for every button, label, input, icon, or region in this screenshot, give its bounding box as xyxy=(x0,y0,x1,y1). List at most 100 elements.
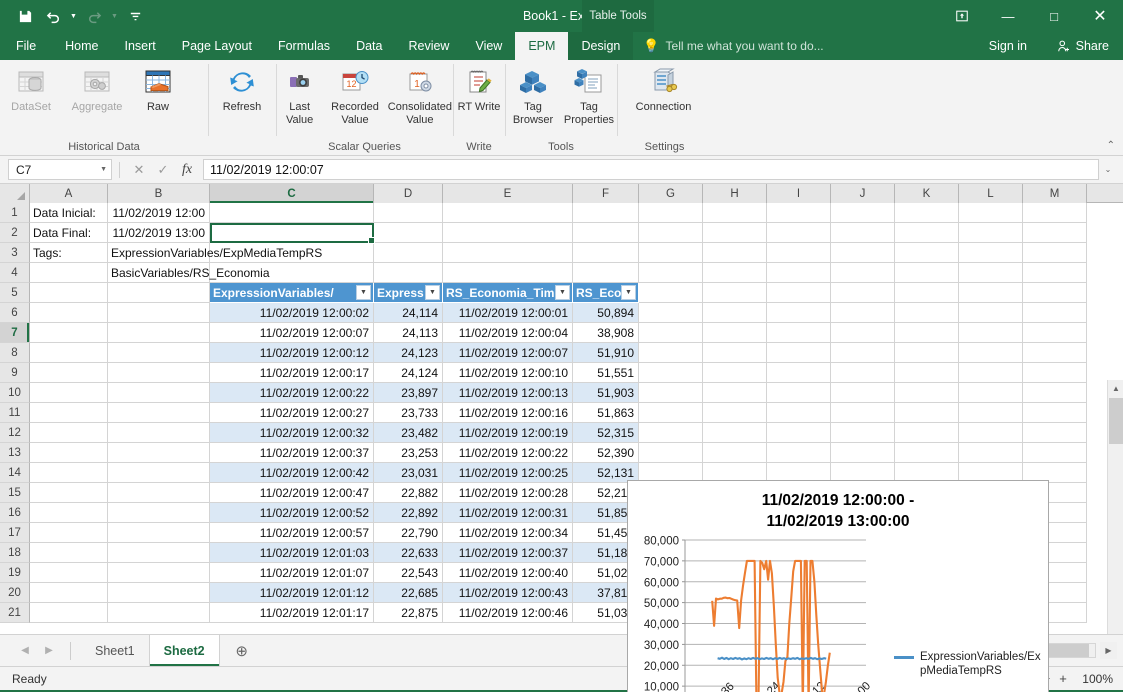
row-header-7[interactable]: 7 xyxy=(0,323,30,343)
cell-k13[interactable] xyxy=(895,443,959,463)
column-header-f[interactable]: F xyxy=(573,184,639,203)
cell-f1[interactable] xyxy=(573,203,639,223)
cell-k10[interactable] xyxy=(895,383,959,403)
cell-i13[interactable] xyxy=(767,443,831,463)
cell-j9[interactable] xyxy=(831,363,895,383)
cell-c1[interactable] xyxy=(210,203,374,223)
cell-e4[interactable] xyxy=(443,263,573,283)
cell-a7[interactable] xyxy=(30,323,108,343)
cell-c8[interactable]: 11/02/2019 12:00:12 xyxy=(210,343,374,363)
column-header-g[interactable]: G xyxy=(639,184,703,203)
cell-e19[interactable]: 11/02/2019 12:00:40 xyxy=(443,563,573,583)
cell-c13[interactable]: 11/02/2019 12:00:37 xyxy=(210,443,374,463)
undo-dropdown-icon[interactable]: ▼ xyxy=(68,13,79,20)
ribbon-tab-review[interactable]: Review xyxy=(395,32,462,60)
table-header-c5[interactable]: ExpressionVariables/ ▼ xyxy=(210,283,374,303)
cell-k7[interactable] xyxy=(895,323,959,343)
cell-k11[interactable] xyxy=(895,403,959,423)
cell-b2[interactable]: 11/02/2019 13:00 xyxy=(108,223,210,243)
cell-k3[interactable] xyxy=(895,243,959,263)
formula-input[interactable]: 11/02/2019 12:00:07 xyxy=(203,159,1099,180)
cell-j12[interactable] xyxy=(831,423,895,443)
cell-e8[interactable]: 11/02/2019 12:00:07 xyxy=(443,343,573,363)
share-button[interactable]: Share xyxy=(1051,32,1115,60)
cell-a19[interactable] xyxy=(30,563,108,583)
cell-m6[interactable] xyxy=(1023,303,1087,323)
cell-l7[interactable] xyxy=(959,323,1023,343)
cell-m1[interactable] xyxy=(1023,203,1087,223)
cell-h8[interactable] xyxy=(703,343,767,363)
minimize-button[interactable]: — xyxy=(985,0,1031,32)
cell-b7[interactable] xyxy=(108,323,210,343)
cell-i12[interactable] xyxy=(767,423,831,443)
cell-m7[interactable] xyxy=(1023,323,1087,343)
aggregate-button[interactable]: Aggregate xyxy=(62,64,132,134)
dataset-button[interactable]: DataSet xyxy=(0,64,62,134)
save-icon[interactable] xyxy=(12,3,38,29)
cell-d16[interactable]: 22,892 xyxy=(374,503,443,523)
sheet-nav-next-icon[interactable]: ▶ xyxy=(38,640,60,662)
filter-dropdown-icon-c[interactable]: ▼ xyxy=(356,285,371,300)
cell-d1[interactable] xyxy=(374,203,443,223)
cell-c4[interactable] xyxy=(210,263,374,283)
cell-c15[interactable]: 11/02/2019 12:00:47 xyxy=(210,483,374,503)
chart-object[interactable]: 11/02/2019 12:00:00 - 11/02/2019 13:00:0… xyxy=(627,480,1049,692)
cell-h6[interactable] xyxy=(703,303,767,323)
cell-h3[interactable] xyxy=(703,243,767,263)
cell-b9[interactable] xyxy=(108,363,210,383)
cell-a2[interactable]: Data Final: xyxy=(30,223,108,243)
ribbon-tab-epm[interactable]: EPM xyxy=(515,32,568,60)
cell-f4[interactable] xyxy=(573,263,639,283)
cell-d11[interactable]: 23,733 xyxy=(374,403,443,423)
cell-m2[interactable] xyxy=(1023,223,1087,243)
cell-m5[interactable] xyxy=(1023,283,1087,303)
cell-a15[interactable] xyxy=(30,483,108,503)
cell-h10[interactable] xyxy=(703,383,767,403)
cell-f12[interactable]: 52,315 xyxy=(573,423,639,443)
cell-k2[interactable] xyxy=(895,223,959,243)
column-header-m[interactable]: M xyxy=(1023,184,1087,203)
table-header-e5[interactable]: RS_Economia_Tim ▼ xyxy=(443,283,573,303)
cell-g11[interactable] xyxy=(639,403,703,423)
row-header-14[interactable]: 14 xyxy=(0,463,30,483)
cell-g1[interactable] xyxy=(639,203,703,223)
cell-d19[interactable]: 22,543 xyxy=(374,563,443,583)
cell-e18[interactable]: 11/02/2019 12:00:37 xyxy=(443,543,573,563)
cell-g10[interactable] xyxy=(639,383,703,403)
column-header-h[interactable]: H xyxy=(703,184,767,203)
ribbon-tab-data[interactable]: Data xyxy=(343,32,395,60)
cell-c3[interactable] xyxy=(210,243,374,263)
cell-f8[interactable]: 51,910 xyxy=(573,343,639,363)
cell-e2[interactable] xyxy=(443,223,573,243)
cell-d21[interactable]: 22,875 xyxy=(374,603,443,623)
maximize-button[interactable]: □ xyxy=(1031,0,1077,32)
cell-a20[interactable] xyxy=(30,583,108,603)
cell-d2[interactable] xyxy=(374,223,443,243)
row-header-19[interactable]: 19 xyxy=(0,563,30,583)
cell-l11[interactable] xyxy=(959,403,1023,423)
cell-b1[interactable]: 11/02/2019 12:00 xyxy=(108,203,210,223)
cell-a10[interactable] xyxy=(30,383,108,403)
cell-d20[interactable]: 22,685 xyxy=(374,583,443,603)
row-header-16[interactable]: 16 xyxy=(0,503,30,523)
enter-formula-icon[interactable]: ✓ xyxy=(151,159,175,181)
cell-k1[interactable] xyxy=(895,203,959,223)
cell-c19[interactable]: 11/02/2019 12:01:07 xyxy=(210,563,374,583)
row-header-17[interactable]: 17 xyxy=(0,523,30,543)
cell-f3[interactable] xyxy=(573,243,639,263)
cell-a12[interactable] xyxy=(30,423,108,443)
cell-m3[interactable] xyxy=(1023,243,1087,263)
cell-c12[interactable]: 11/02/2019 12:00:32 xyxy=(210,423,374,443)
cell-a5[interactable] xyxy=(30,283,108,303)
cell-a21[interactable] xyxy=(30,603,108,623)
filter-dropdown-icon-e[interactable]: ▼ xyxy=(555,285,570,300)
cell-a17[interactable] xyxy=(30,523,108,543)
undo-icon[interactable] xyxy=(40,3,66,29)
cell-h2[interactable] xyxy=(703,223,767,243)
cell-m9[interactable] xyxy=(1023,363,1087,383)
name-box[interactable]: C7 ▼ xyxy=(8,159,112,180)
ribbon-tab-page-layout[interactable]: Page Layout xyxy=(169,32,265,60)
cell-b20[interactable] xyxy=(108,583,210,603)
sheet-tab-sheet2[interactable]: Sheet2 xyxy=(149,635,220,666)
cell-c6[interactable]: 11/02/2019 12:00:02 xyxy=(210,303,374,323)
